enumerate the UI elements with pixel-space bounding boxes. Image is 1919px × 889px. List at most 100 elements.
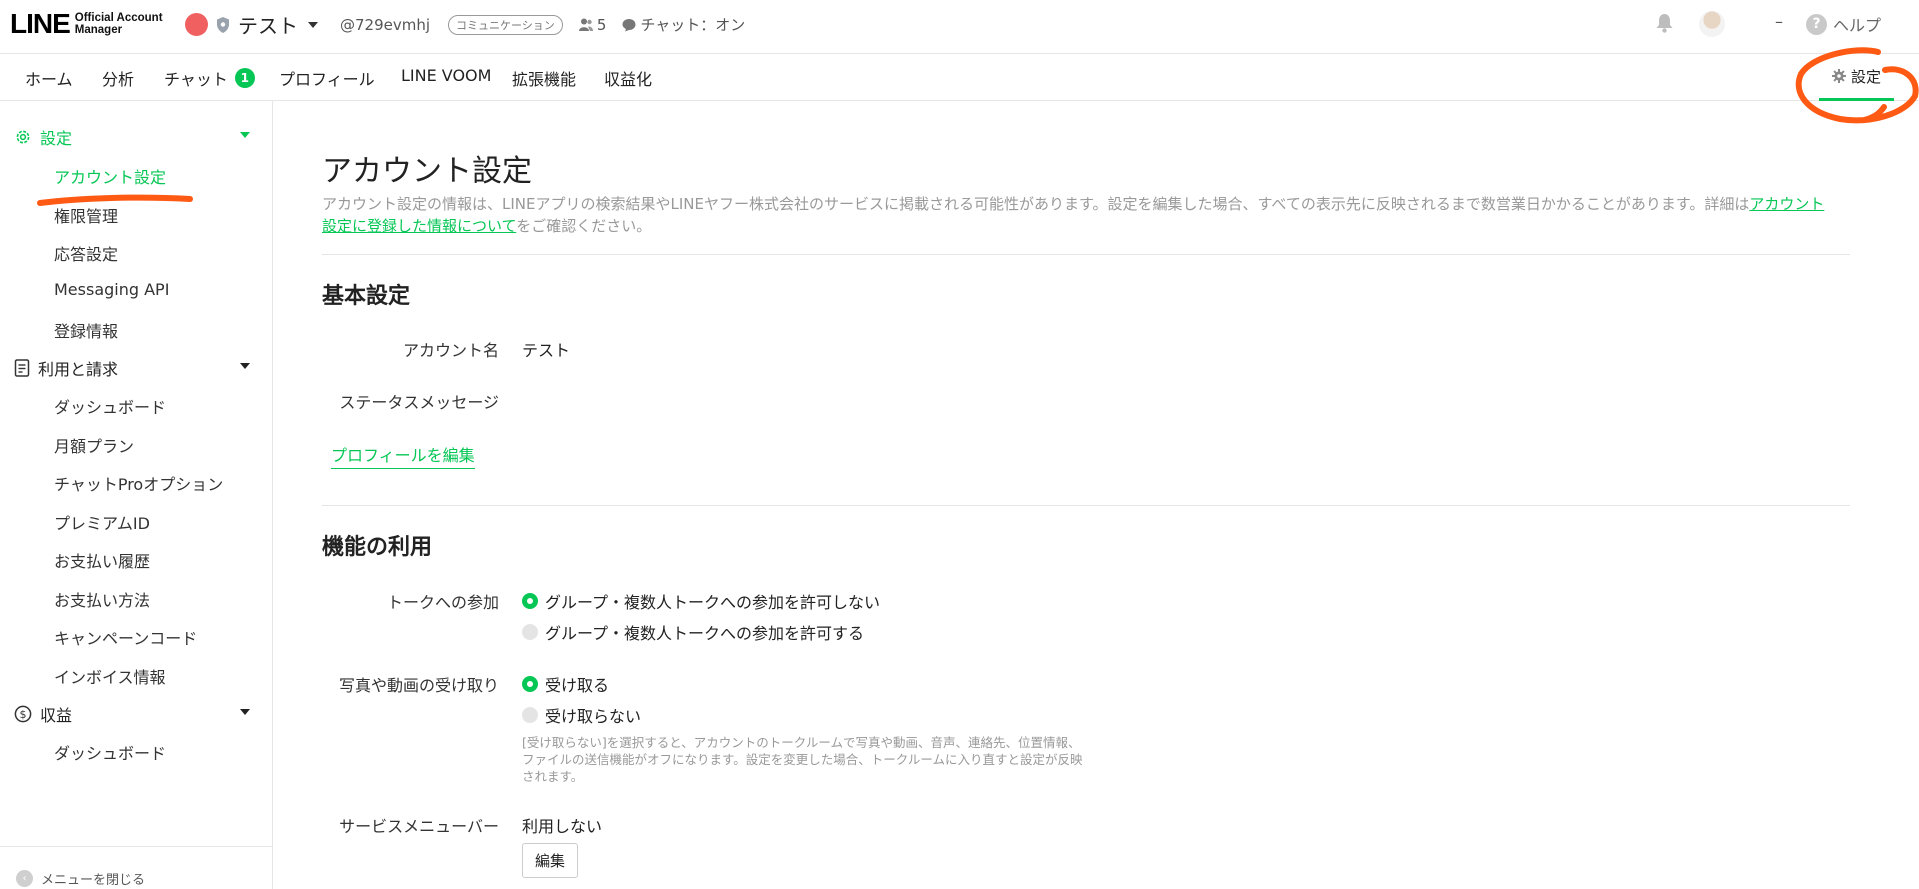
tab-line-voom[interactable]: LINE VOOM	[401, 66, 491, 85]
chevron-down-icon	[240, 709, 250, 715]
tab-settings-label: 設定	[1850, 67, 1881, 86]
radio-selected[interactable]	[522, 593, 538, 609]
plan-badge: コミュニケーション	[448, 14, 563, 35]
sidebar-section-revenue[interactable]: $ 収益	[14, 702, 250, 726]
account-switcher[interactable]: テスト @729evmhj コミュニケーション 5 チャット：オン	[185, 10, 745, 39]
main-nav: ホーム 分析 チャット 1 プロフィール LINE VOOM 拡張機能 収益化 …	[0, 54, 1919, 101]
radio-selected[interactable]	[522, 676, 538, 692]
edit-profile-link[interactable]: プロフィールを編集	[331, 442, 475, 469]
page-description-text: アカウント設定の情報は、LINEアプリの検索結果やLINEヤフー株式会社のサービ…	[322, 195, 1750, 213]
tab-chat-label: チャット	[164, 70, 228, 89]
media-option-receive-label: 受け取る	[545, 676, 610, 695]
user-name[interactable]: –	[1775, 12, 1783, 31]
sidebar-item-premium-id[interactable]: プレミアムID	[54, 510, 150, 534]
talk-participation-label: トークへの参加	[386, 593, 499, 612]
svg-text:$: $	[20, 708, 27, 721]
tab-home[interactable]: ホーム	[25, 66, 73, 90]
radio-unselected[interactable]	[522, 624, 538, 640]
sidebar-item-invoice-info[interactable]: インボイス情報	[54, 664, 166, 688]
talk-option-disallow[interactable]: グループ・複数人トークへの参加を許可しない	[522, 589, 880, 613]
talk-option-allow-label: グループ・複数人トークへの参加を許可する	[545, 624, 865, 643]
talk-option-allow[interactable]: グループ・複数人トークへの参加を許可する	[522, 620, 864, 644]
receipt-icon	[14, 359, 30, 377]
tab-analytics[interactable]: 分析	[102, 66, 134, 90]
chevron-left-icon: ‹	[16, 870, 33, 887]
tab-monetization[interactable]: 収益化	[604, 66, 652, 90]
service-menu-bar-label: サービスメニューバー	[339, 817, 499, 836]
close-menu-label: メニューを閉じる	[41, 873, 146, 888]
account-name: テスト	[238, 14, 298, 38]
chat-status-text: チャット：オン	[640, 16, 746, 34]
sidebar: 設定 アカウント設定 権限管理 応答設定 Messaging API 登録情報 …	[0, 101, 273, 889]
friends-count: 5	[578, 15, 607, 34]
divider	[322, 505, 1850, 506]
friends-count-value: 5	[596, 15, 607, 34]
sidebar-section-settings-label: 設定	[40, 129, 73, 148]
divider	[322, 254, 1850, 255]
tab-settings[interactable]: 設定	[1819, 54, 1894, 101]
sidebar-item-payment-method[interactable]: お支払い方法	[54, 587, 150, 611]
chat-bubble-icon	[622, 18, 636, 31]
sidebar-section-settings[interactable]: 設定	[14, 125, 250, 149]
sidebar-section-billing-label: 利用と請求	[38, 360, 119, 379]
chevron-down-icon	[240, 132, 250, 138]
user-avatar[interactable]	[1699, 11, 1725, 37]
help-label: ヘルプ	[1833, 16, 1882, 35]
page-description-suffix: をご確認ください。	[516, 217, 652, 235]
sidebar-item-monthly-plan[interactable]: 月額プラン	[54, 433, 134, 457]
tab-line-voom-label: LINE VOOM	[401, 66, 492, 85]
sidebar-item-account-settings[interactable]: アカウント設定	[54, 164, 166, 188]
page-title: アカウント設定	[322, 154, 532, 189]
chat-status: チャット：オン	[622, 14, 745, 35]
sidebar-item-response-settings[interactable]: 応答設定	[54, 241, 118, 265]
sidebar-footer: ‹ メニューを閉じる	[0, 846, 272, 889]
sidebar-item-registration-info[interactable]: 登録情報	[54, 318, 118, 342]
tab-analytics-label: 分析	[102, 70, 135, 89]
people-icon	[578, 18, 593, 31]
tab-profile[interactable]: プロフィール	[279, 66, 375, 90]
account-name-label: アカウント名	[402, 341, 499, 360]
tab-extensions-label: 拡張機能	[512, 70, 577, 89]
shield-icon	[217, 16, 229, 33]
tab-monetization-label: 収益化	[604, 70, 653, 89]
account-name-value: テスト	[522, 341, 571, 360]
main-content: アカウント設定 アカウント設定の情報は、LINEアプリの検索結果やLINEヤフー…	[273, 101, 1919, 889]
dollar-circle-icon: $	[14, 705, 32, 723]
sidebar-item-dashboard[interactable]: ダッシュボード	[54, 394, 166, 418]
sidebar-item-chat-pro-option[interactable]: チャットProオプション	[54, 471, 223, 495]
status-message-label: ステータスメッセージ	[339, 393, 499, 412]
tab-chat[interactable]: チャット 1	[164, 66, 255, 90]
sidebar-item-messaging-api[interactable]: Messaging API	[54, 280, 169, 299]
gear-outline-icon	[16, 130, 30, 144]
bell-icon[interactable]	[1655, 13, 1674, 33]
help-link[interactable]: ? ヘルプ	[1806, 12, 1881, 36]
line-oa-logo[interactable]: LINE Official Account Manager	[10, 8, 173, 40]
logo-subtitle: Official Account Manager	[74, 12, 163, 36]
edit-button[interactable]: 編集	[522, 843, 578, 878]
page-description: アカウント設定の情報は、LINEアプリの検索結果やLINEヤフー株式会社のサービ…	[322, 193, 1834, 237]
basic-settings-title: 基本設定	[322, 284, 411, 309]
media-option-reject-label: 受け取らない	[545, 707, 642, 726]
talk-option-disallow-label: グループ・複数人トークへの参加を許可しない	[545, 593, 881, 612]
close-menu-button[interactable]: ‹ メニューを閉じる	[16, 869, 145, 888]
logo-wordmark: LINE	[10, 8, 71, 39]
media-receive-label: 写真や動画の受け取り	[338, 676, 499, 695]
account-avatar	[185, 13, 208, 36]
radio-unselected[interactable]	[522, 707, 538, 723]
service-menu-bar-value: 利用しない	[522, 817, 603, 836]
media-option-reject[interactable]: 受け取らない	[522, 703, 641, 727]
sidebar-item-payment-history[interactable]: お支払い履歴	[54, 548, 150, 572]
tab-home-label: ホーム	[25, 70, 73, 89]
sidebar-item-permissions[interactable]: 権限管理	[54, 203, 118, 227]
tab-extensions[interactable]: 拡張機能	[512, 66, 576, 90]
sidebar-section-billing[interactable]: 利用と請求	[14, 356, 250, 380]
media-option-receive[interactable]: 受け取る	[522, 672, 609, 696]
sidebar-item-revenue-dashboard[interactable]: ダッシュボード	[54, 740, 166, 764]
features-title: 機能の利用	[322, 535, 433, 560]
sidebar-item-campaign-code[interactable]: キャンペーンコード	[54, 625, 197, 649]
top-bar: LINE Official Account Manager テスト @729ev…	[0, 0, 1919, 54]
chat-unread-badge: 1	[234, 68, 255, 88]
media-note: [受け取らない]を選択すると、アカウントのトークルームで写真や動画、音声、連絡先…	[522, 735, 1083, 784]
chevron-down-icon[interactable]	[308, 21, 318, 28]
tab-profile-label: プロフィール	[279, 70, 375, 89]
